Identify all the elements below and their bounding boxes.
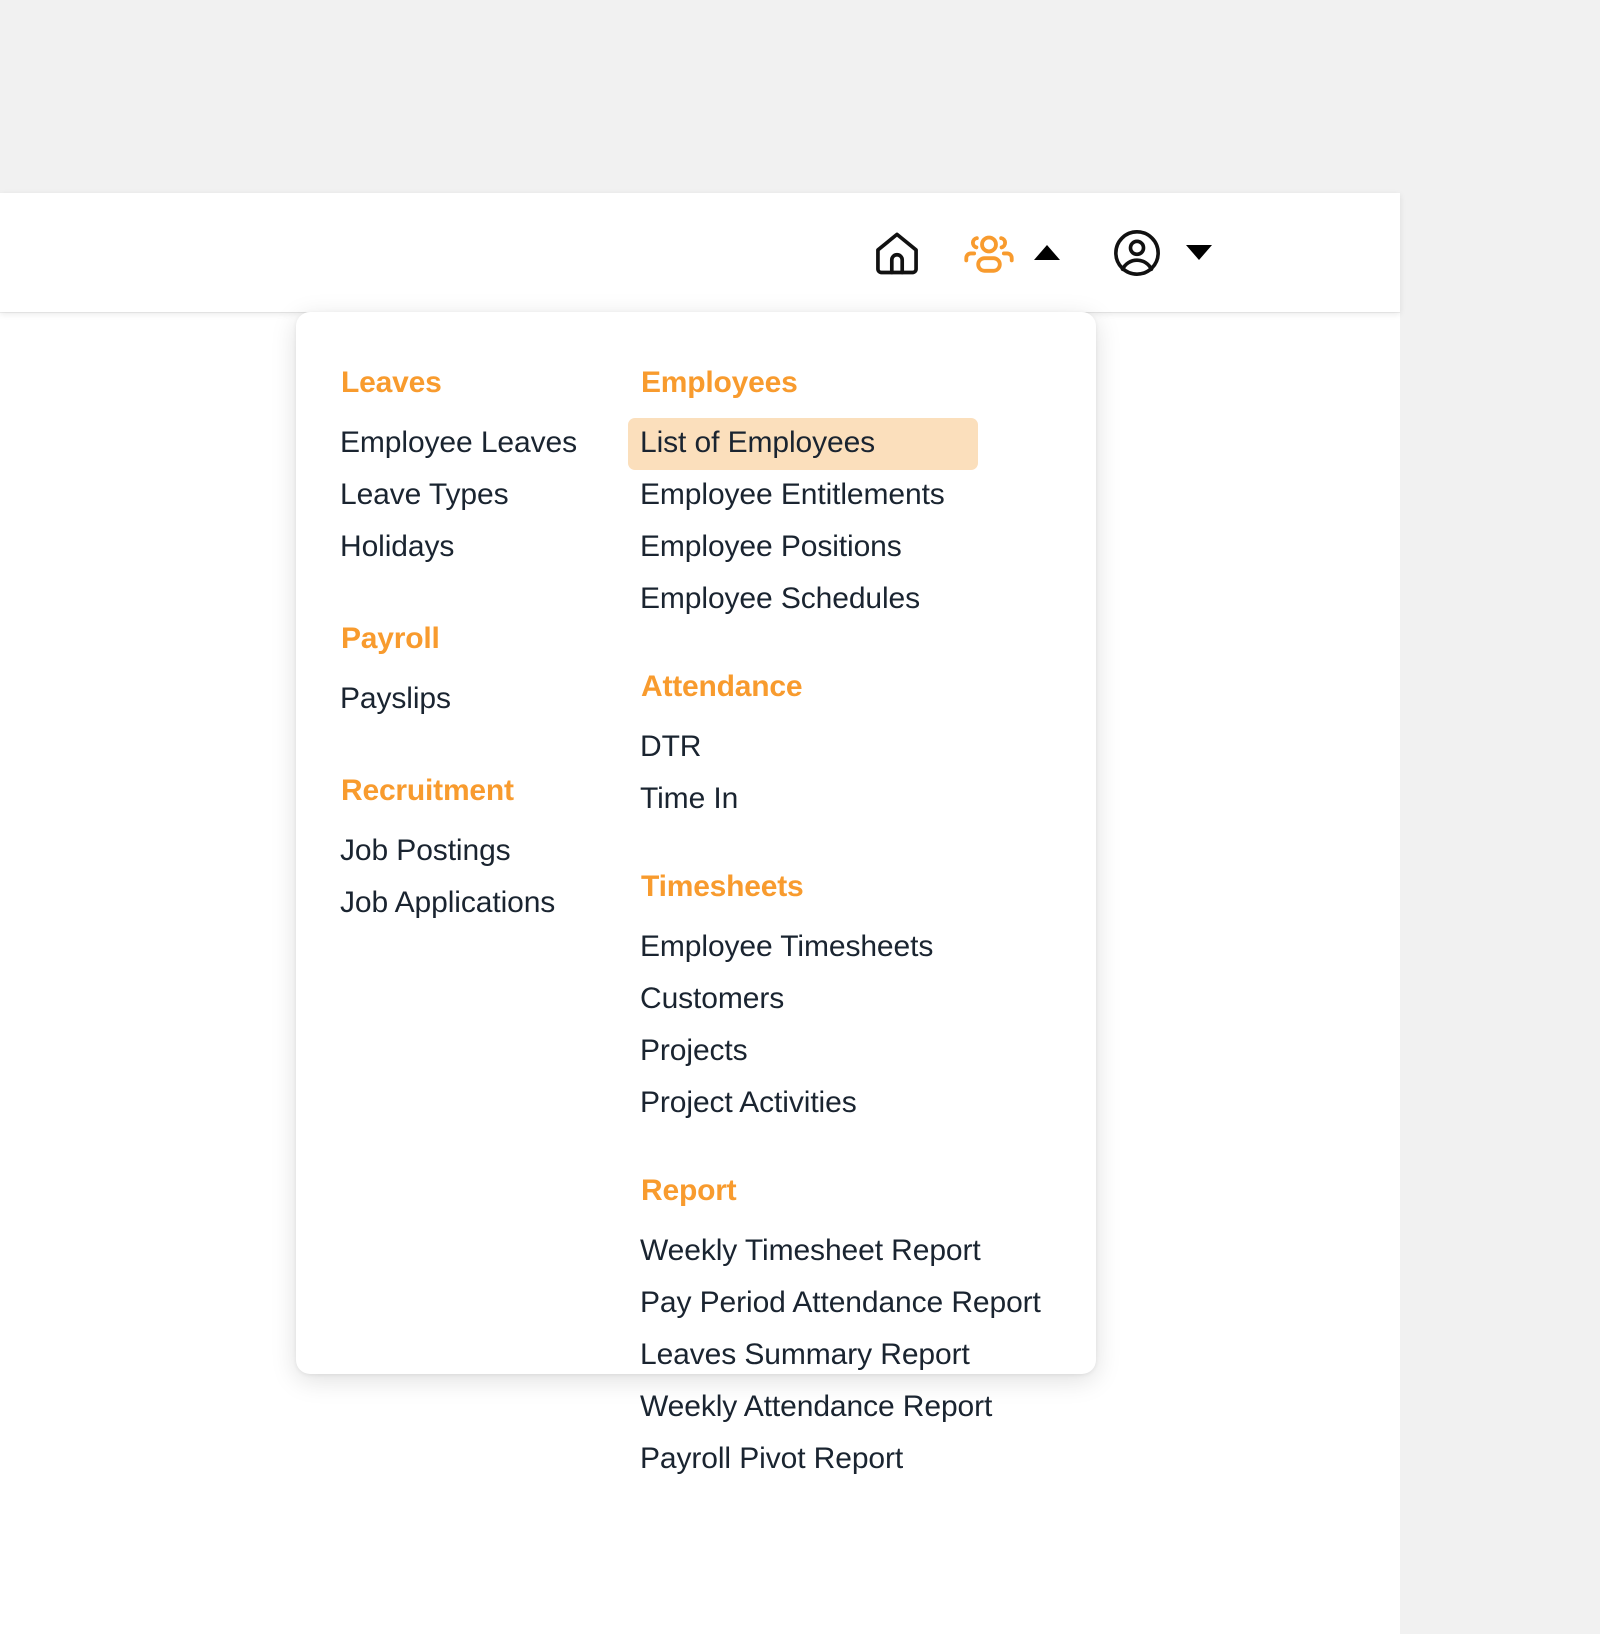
menu-item-time-in[interactable]: Time In (640, 774, 1096, 826)
menu-item-pay-period-attendance-report[interactable]: Pay Period Attendance Report (640, 1278, 1096, 1330)
menu-item-projects[interactable]: Projects (640, 1026, 1096, 1078)
menu-item-employee-timesheets[interactable]: Employee Timesheets (640, 922, 1096, 974)
users-icon[interactable] (954, 218, 1024, 288)
menu-item-holidays[interactable]: Holidays (340, 522, 596, 574)
menu-item-project-activities[interactable]: Project Activities (640, 1078, 1096, 1130)
menu-group-title: Leaves (341, 366, 442, 399)
menu-group-report: Report Weekly Timesheet Report Pay Perio… (640, 1174, 1096, 1486)
menu-group-payroll: Payroll Payslips (340, 622, 596, 726)
megamenu-column-right: Employees List of Employees Employee Ent… (596, 352, 1096, 1474)
menu-group-title: Attendance (641, 670, 803, 703)
menu-item-payslips[interactable]: Payslips (340, 674, 596, 726)
megamenu-panel: Leaves Employee Leaves Leave Types Holid… (296, 312, 1096, 1474)
viewport: Leaves Employee Leaves Leave Types Holid… (0, 0, 1600, 1634)
menu-item-customers[interactable]: Customers (640, 974, 1096, 1026)
menu-item-weekly-timesheet-report[interactable]: Weekly Timesheet Report (640, 1226, 1096, 1278)
app-header (0, 193, 1400, 312)
menu-item-leave-types[interactable]: Leave Types (340, 470, 596, 522)
menu-group-title: Employees (641, 366, 798, 399)
menu-group-title: Report (641, 1174, 737, 1207)
menu-group-title: Payroll (341, 622, 440, 655)
menu-item-list-of-employees[interactable]: List of Employees (628, 418, 978, 470)
menu-group-recruitment: Recruitment Job Postings Job Application… (340, 774, 596, 930)
header-icon-group (862, 193, 1212, 312)
menu-group-title: Timesheets (641, 870, 804, 903)
menu-group-title: Recruitment (341, 774, 514, 807)
menu-group-employees: Employees List of Employees Employee Ent… (628, 366, 1096, 626)
account-icon[interactable] (1102, 218, 1172, 288)
caret-down-icon[interactable] (1186, 245, 1212, 260)
menu-item-job-postings[interactable]: Job Postings (340, 826, 596, 878)
menu-group-attendance: Attendance DTR Time In (640, 670, 1096, 826)
menu-group-leaves: Leaves Employee Leaves Leave Types Holid… (340, 366, 596, 574)
menu-item-leaves-summary-report[interactable]: Leaves Summary Report (640, 1330, 1096, 1382)
menu-item-payroll-pivot-report[interactable]: Payroll Pivot Report (640, 1434, 1096, 1486)
home-icon[interactable] (862, 218, 932, 288)
menu-item-employee-positions[interactable]: Employee Positions (640, 522, 1096, 574)
menu-item-employee-schedules[interactable]: Employee Schedules (640, 574, 1096, 626)
caret-up-icon[interactable] (1034, 245, 1060, 260)
megamenu-column-left: Leaves Employee Leaves Leave Types Holid… (296, 352, 596, 1374)
menu-item-employee-leaves[interactable]: Employee Leaves (340, 418, 596, 470)
menu-item-job-applications[interactable]: Job Applications (340, 878, 596, 930)
menu-item-employee-entitlements[interactable]: Employee Entitlements (640, 470, 1096, 522)
menu-item-dtr[interactable]: DTR (640, 722, 1096, 774)
menu-group-timesheets: Timesheets Employee Timesheets Customers… (640, 870, 1096, 1130)
menu-item-weekly-attendance-report[interactable]: Weekly Attendance Report (640, 1382, 1096, 1434)
